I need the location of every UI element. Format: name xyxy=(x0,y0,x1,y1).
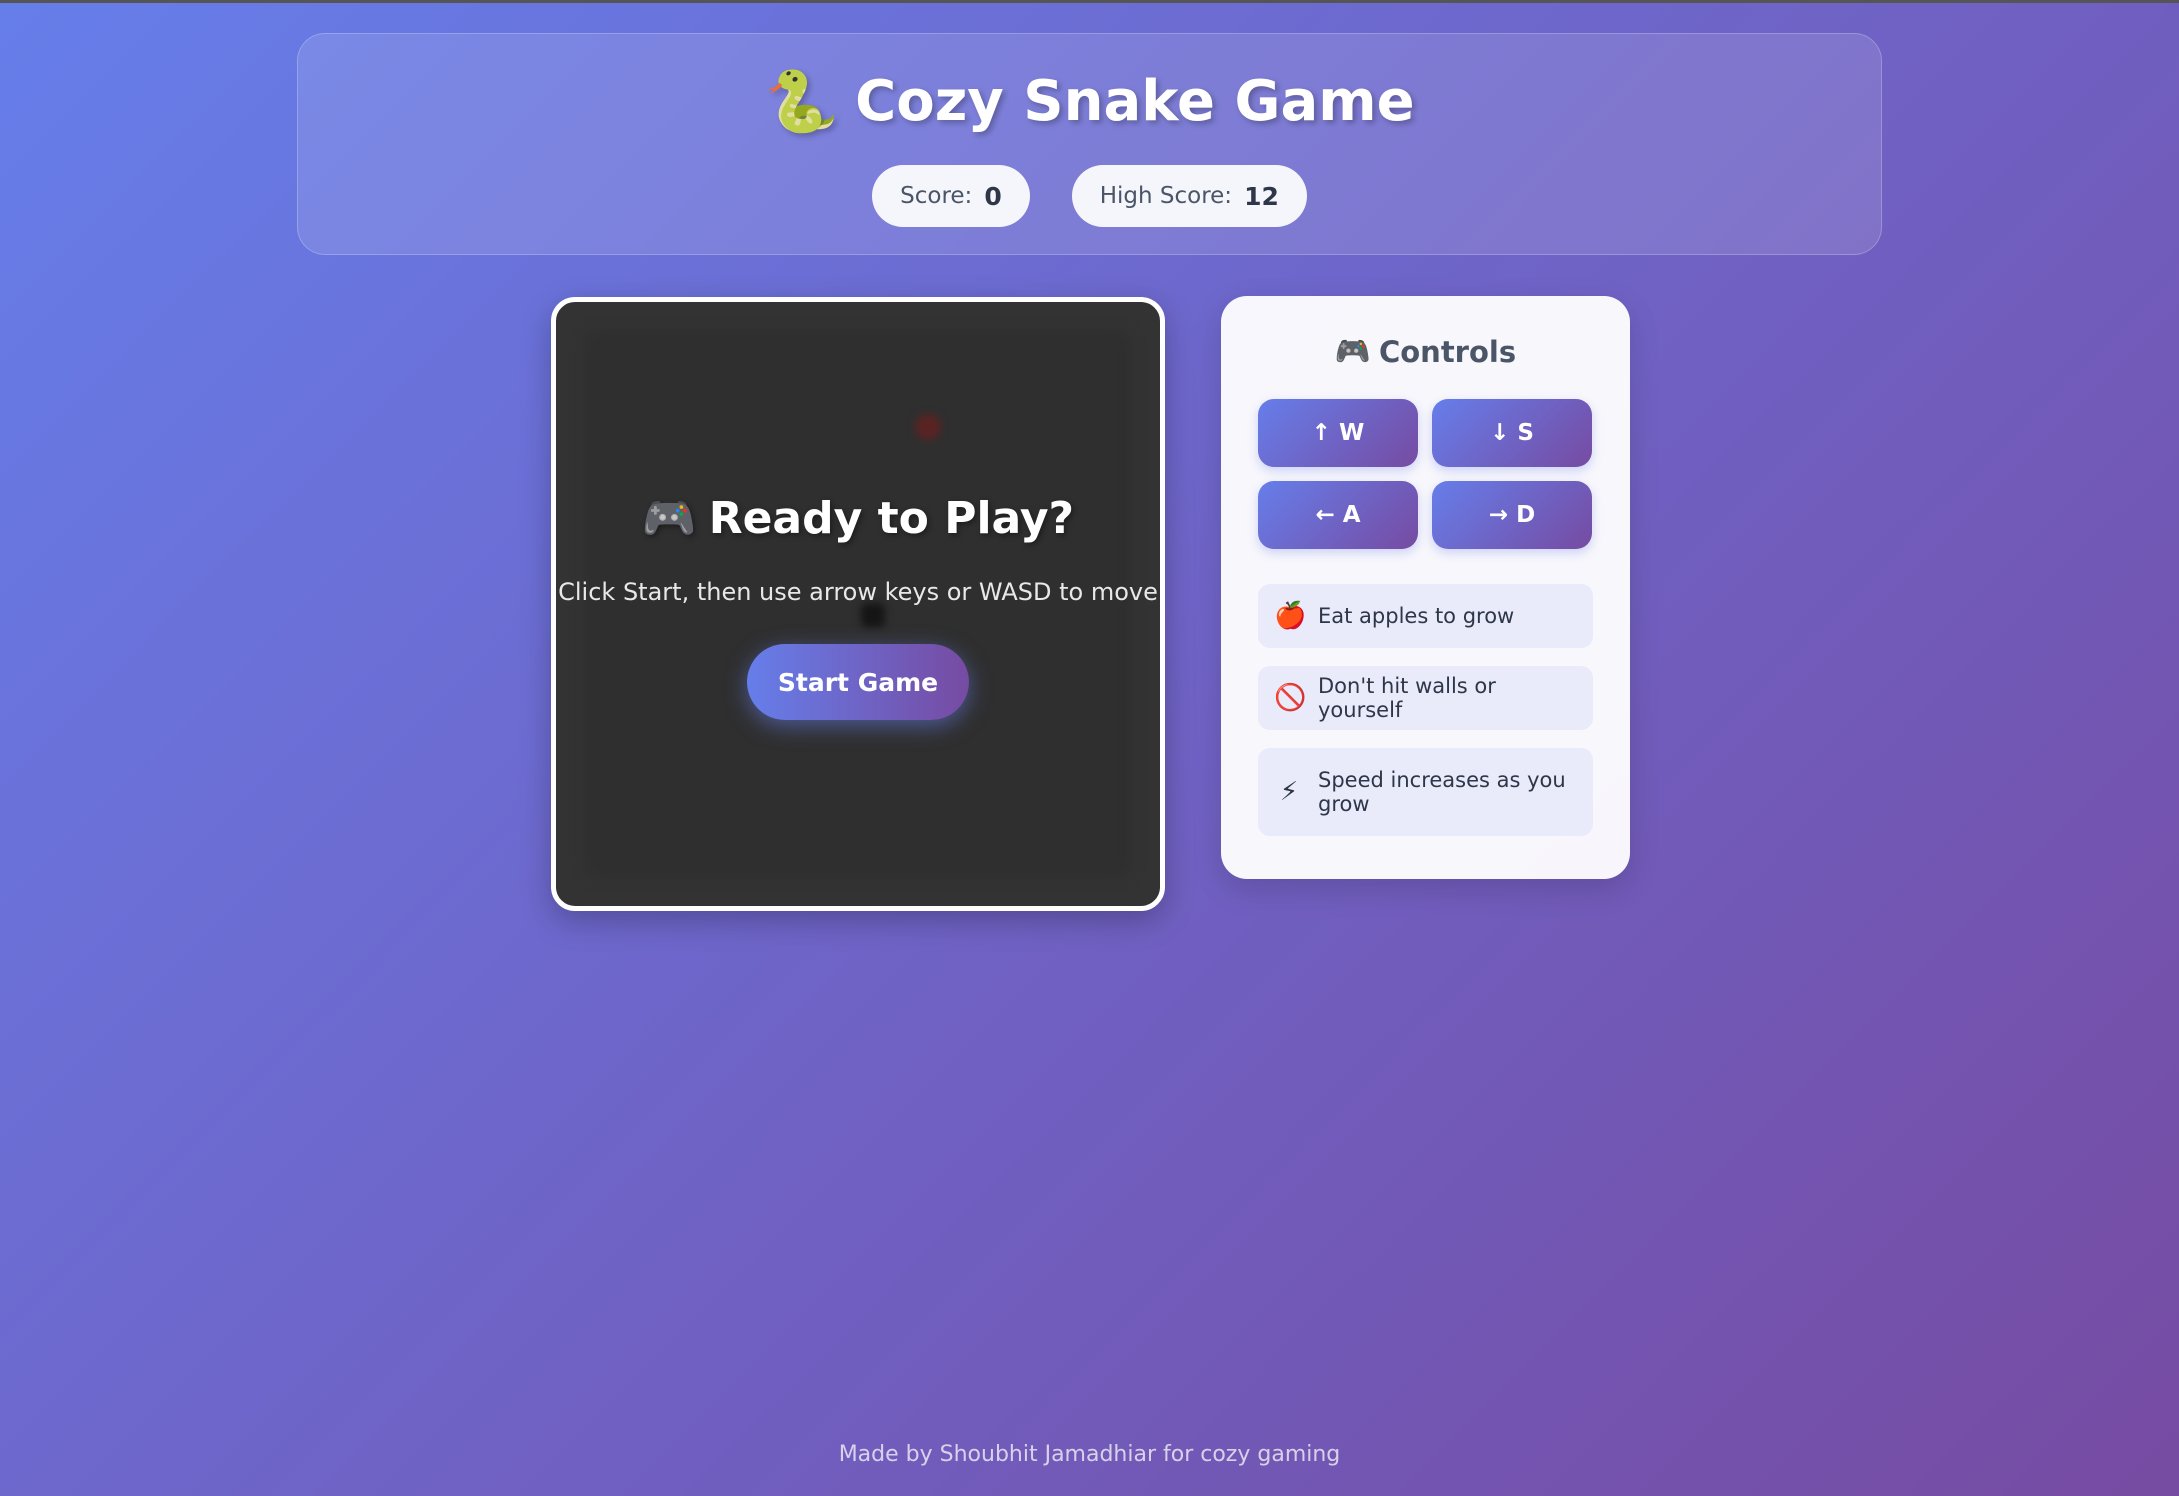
controls-heading: 🎮 Controls xyxy=(1258,334,1593,369)
gamepad-icon: 🎮 xyxy=(641,493,697,544)
direction-keys: ↑ W ↓ S ← A → D xyxy=(1258,399,1593,549)
overlay-instructions: Click Start, then use arrow keys or WASD… xyxy=(558,578,1158,606)
overlay-title-text: Ready to Play? xyxy=(708,492,1075,544)
high-score-pill: High Score: 12 xyxy=(1071,165,1307,227)
header-card: 🐍 Cozy Snake Game Score: 0 High Score: 1… xyxy=(297,33,1882,255)
tip-text: Eat apples to grow xyxy=(1318,604,1515,628)
arrow-left-icon: ← xyxy=(1315,502,1335,528)
tip-item: 🍎 Eat apples to grow xyxy=(1258,584,1593,648)
high-score-value: 12 xyxy=(1244,181,1279,211)
lightning-icon: ⚡ xyxy=(1279,777,1299,807)
arrow-down-icon: ↓ xyxy=(1490,420,1510,446)
score-label: Score: xyxy=(900,183,973,209)
footer-credit: Made by Shoubhit Jamadhiar for cozy gami… xyxy=(838,1442,1341,1467)
snake-icon: 🐍 xyxy=(764,67,840,137)
gamepad-icon: 🎮 xyxy=(1334,334,1371,368)
high-score-label: High Score: xyxy=(1099,183,1233,209)
tip-item: ⚡ Speed increases as you grow xyxy=(1258,748,1593,836)
key-label: S xyxy=(1517,420,1534,446)
controls-title: Controls xyxy=(1378,334,1517,369)
down-s-button[interactable]: ↓ S xyxy=(1432,399,1592,467)
title-text: Cozy Snake Game xyxy=(855,69,1415,134)
score-pill: Score: 0 xyxy=(872,165,1030,227)
left-a-button[interactable]: ← A xyxy=(1258,481,1418,549)
key-label: W xyxy=(1338,420,1365,446)
apple-icon: 🍎 xyxy=(1274,601,1307,631)
overlay-title: 🎮 Ready to Play? xyxy=(641,492,1075,545)
page-title: 🐍 Cozy Snake Game xyxy=(764,66,1414,137)
tip-item: 🚫 Don't hit walls or yourself xyxy=(1258,666,1593,730)
arrow-up-icon: ↑ xyxy=(1311,420,1331,446)
score-value: 0 xyxy=(984,181,1002,211)
score-bar: Score: 0 High Score: 12 xyxy=(872,165,1307,227)
tips-list: 🍎 Eat apples to grow 🚫 Don't hit walls o… xyxy=(1258,584,1593,836)
prohibited-icon: 🚫 xyxy=(1274,683,1307,713)
start-overlay: 🎮 Ready to Play? Click Start, then use a… xyxy=(556,302,1160,906)
key-label: A xyxy=(1342,502,1361,528)
controls-panel: 🎮 Controls ↑ W ↓ S ← A → D 🍎 Eat apples … xyxy=(1221,296,1630,879)
tip-text: Don't hit walls or yourself xyxy=(1318,674,1496,722)
start-game-button[interactable]: Start Game xyxy=(747,644,969,720)
right-d-button[interactable]: → D xyxy=(1432,481,1592,549)
up-w-button[interactable]: ↑ W xyxy=(1258,399,1418,467)
tip-text: Speed increases as you grow xyxy=(1318,768,1566,816)
key-label: D xyxy=(1516,502,1536,528)
game-board[interactable]: 🎮 Ready to Play? Click Start, then use a… xyxy=(551,297,1165,911)
arrow-right-icon: → xyxy=(1488,502,1509,528)
